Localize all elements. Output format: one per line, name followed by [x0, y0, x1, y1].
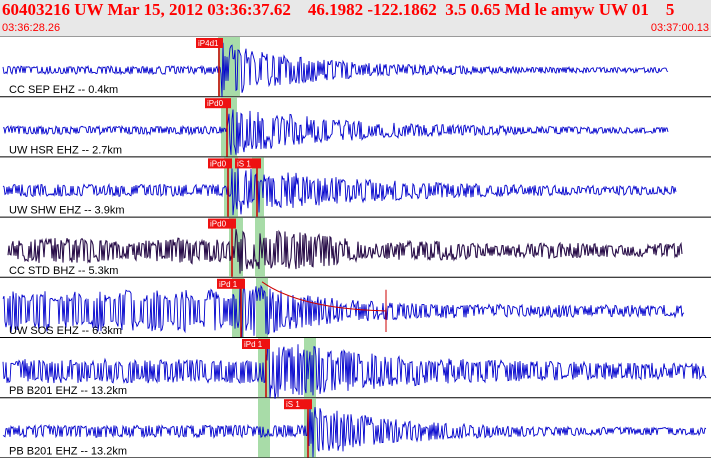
trace-row[interactable]: iPd 1 PB B201 EHZ -- 13.2km [0, 338, 711, 399]
event-title: 60403216 UW Mar 15, 2012 03:36:37.62 46.… [2, 0, 675, 19]
station-label: UW SHW EHZ -- 3.9km [9, 205, 125, 217]
pick-label: iPd 1 [219, 280, 238, 289]
trace-row[interactable]: iPd0 CC STD BHZ -- 5.3km [0, 217, 711, 278]
pick-label: iP4d1 [198, 39, 219, 48]
pick-label: iS 1 [237, 159, 251, 168]
trace-row[interactable]: iPd0 iS 1 UW SHW EHZ -- 3.9km [0, 157, 711, 218]
station-label: CC STD BHZ -- 5.3km [9, 265, 118, 277]
pick-label: iPd0 [210, 159, 227, 168]
phase-pick[interactable]: iPd0 [205, 98, 231, 157]
station-label: PB B201 EHZ -- 13.2km [9, 385, 127, 397]
pick-label: iPd0 [210, 220, 227, 229]
pick-label: iPd 1 [244, 340, 263, 349]
trace-row[interactable]: iP4d1 CC SEP EHZ -- 0.4km [0, 37, 711, 98]
pick-label: iS 1 [286, 400, 300, 409]
station-label: PB B201 EHZ -- 13.2km [9, 445, 127, 457]
start-time-label: 03:36:28.26 [2, 22, 61, 34]
phase-pick[interactable]: iP4d1 [196, 38, 223, 97]
trace-row[interactable]: iS 1 PB B201 EHZ -- 13.2km [0, 398, 711, 458]
station-label: UW SOS EHZ -- 6.3km [9, 325, 122, 337]
end-time-label: 03:37:00.13 [650, 22, 709, 34]
station-label: CC SEP EHZ -- 0.4km [9, 84, 118, 96]
trace-panel[interactable]: iP4d1 CC SEP EHZ -- 0.4km iPd0 UW HSR EHZ -… [0, 37, 711, 458]
event-header: 60403216 UW Mar 15, 2012 03:36:37.62 46.… [0, 0, 711, 37]
phase-pick[interactable]: iPd0 [208, 158, 232, 217]
pick-label: iPd0 [207, 99, 224, 108]
trace-row[interactable]: iPd0 UW HSR EHZ -- 2.7km [0, 97, 711, 158]
seismogram-viewer: 60403216 UW Mar 15, 2012 03:36:37.62 46.… [0, 0, 711, 458]
station-label: UW HSR EHZ -- 2.7km [9, 144, 122, 156]
trace-row[interactable]: iPd 1 UW SOS EHZ -- 6.3km [0, 277, 711, 338]
